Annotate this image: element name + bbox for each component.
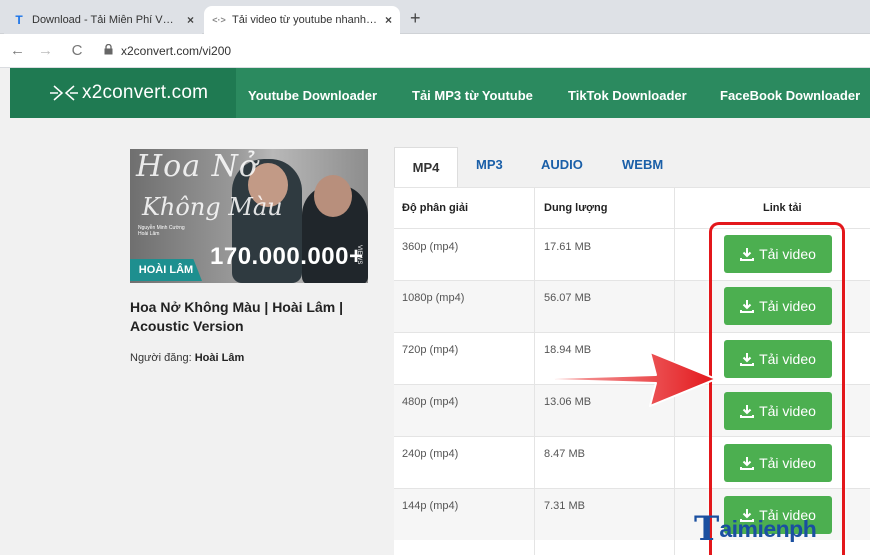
browser-tab-download[interactable]: T Download - Tải Miễn Phí VN - Ph × — [4, 6, 202, 34]
resolution-cell: 480p (mp4) — [402, 396, 459, 408]
tab-title: Download - Tải Miễn Phí VN - Ph — [32, 14, 181, 26]
resolution-cell: 360p (mp4) — [402, 241, 459, 253]
video-thumbnail[interactable]: Hoa Nở Không Màu Nguyễn Minh Cường Hoài … — [130, 149, 368, 283]
thumbnail-views-label: VIEWS — [356, 245, 362, 265]
site-favicon-icon: <·> — [212, 15, 226, 25]
header-resolution: Độ phân giải — [402, 202, 468, 214]
nav-facebook-downloader[interactable]: FaceBook Downloader — [720, 88, 860, 103]
thumbnail-script-title: Hoa Nở — [136, 149, 258, 184]
size-cell: 56.07 MB — [544, 292, 592, 304]
new-tab-button[interactable]: + — [410, 8, 421, 29]
nav-youtube-downloader[interactable]: Youtube Downloader — [248, 88, 377, 103]
video-title: Hoa Nở Không Màu | Hoài Lâm | Acoustic V… — [130, 299, 344, 334]
site-favicon-icon: T — [15, 13, 23, 27]
size-cell: 17.61 MB — [544, 241, 592, 253]
nav-tiktok-downloader[interactable]: TikTok Downloader — [568, 88, 687, 103]
size-cell: 7.31 MB — [544, 500, 585, 512]
lock-icon[interactable] — [104, 43, 113, 58]
logo-text: x2convert.com — [82, 82, 209, 103]
uploader-name[interactable]: Hoài Lâm — [195, 352, 245, 364]
browser-tab-x2convert[interactable]: <·> Tải video từ youtube nhanh, tải r × — [204, 6, 400, 34]
resolution-cell: 720p (mp4) — [402, 344, 459, 356]
thumbnail-credits: Nguyễn Minh Cường Hoài Lâm — [138, 225, 185, 237]
tab-audio[interactable]: AUDIO — [541, 157, 583, 172]
site-logo[interactable]: x2convert.com — [50, 80, 208, 106]
tab-mp4[interactable]: MP4 — [394, 147, 458, 187]
uploader-line: Người đăng: Hoài Lâm — [130, 352, 244, 364]
watermark-initial: T — [694, 509, 720, 549]
thumbnail-script-subtitle: Không Màu — [142, 193, 283, 221]
tab-mp3[interactable]: MP3 — [476, 157, 503, 172]
watermark-logo: T aimienph — [694, 509, 817, 549]
close-tab-icon[interactable]: × — [187, 13, 194, 27]
logo-mark-icon — [50, 85, 78, 101]
highlight-box — [709, 222, 845, 555]
close-tab-icon[interactable]: × — [385, 13, 392, 27]
nav-mp3-youtube[interactable]: Tải MP3 từ Youtube — [412, 88, 533, 103]
resolution-cell: 240p (mp4) — [402, 448, 459, 460]
header-size: Dung lượng — [544, 202, 608, 214]
uploader-label: Người đăng: — [130, 352, 192, 364]
tab-title: Tải video từ youtube nhanh, tải r — [232, 14, 379, 26]
thumbnail-person-head — [314, 175, 352, 217]
watermark-text: aimienph — [719, 515, 817, 542]
url-field[interactable]: x2convert.com/vi200 — [121, 44, 231, 58]
resolution-cell: 144p (mp4) — [402, 500, 459, 512]
screenshot-frame: T Download - Tải Miễn Phí VN - Ph × <·> … — [0, 0, 870, 555]
reload-icon[interactable]: C — [70, 42, 84, 59]
size-cell: 8.47 MB — [544, 448, 585, 460]
column-divider — [534, 187, 535, 555]
thumbnail-artist-badge: HOÀI LÂM — [130, 259, 202, 281]
resolution-cell: 1080p (mp4) — [402, 292, 465, 304]
address-bar: ← → C x2convert.com/vi200 — [0, 34, 870, 68]
forward-arrow-icon[interactable]: → — [38, 42, 53, 59]
header-link: Link tải — [763, 202, 802, 214]
pointer-arrow-icon — [553, 351, 717, 407]
tab-webm[interactable]: WEBM — [622, 157, 663, 172]
browser-tab-strip: T Download - Tải Miễn Phí VN - Ph × <·> … — [0, 0, 870, 34]
back-arrow-icon[interactable]: ← — [10, 42, 25, 59]
thumbnail-views: 170.000.000+ — [210, 243, 364, 270]
